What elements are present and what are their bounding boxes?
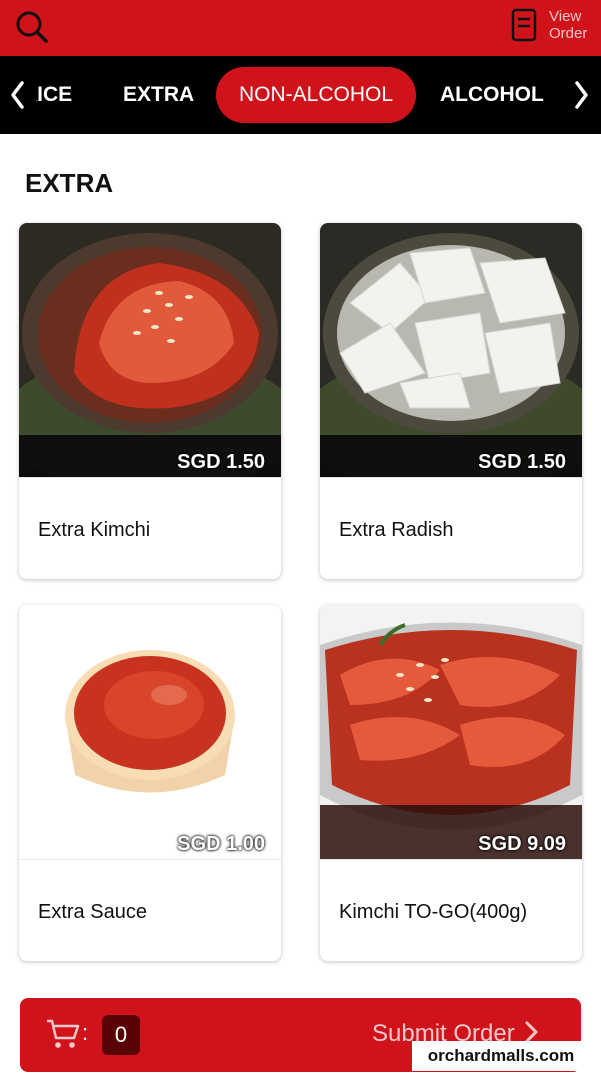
chevron-left-icon [11,81,24,109]
product-price: SGD 1.50 [177,451,265,473]
kimchi-container-image [320,605,582,859]
cart-count-badge: 0 [102,1015,140,1055]
category-tab-non-alcohol[interactable]: NON-ALCOHOL [216,67,416,123]
search-icon [16,11,48,43]
product-card-kimchi-to-go[interactable]: SGD 9.09 Kimchi TO-GO(400g) [320,605,582,961]
view-order-line1: View [549,8,582,25]
product-name: Extra Radish [339,519,454,541]
chevron-right-icon [575,81,588,109]
search-button[interactable] [14,9,50,45]
sauce-cup-image [19,605,281,859]
top-bar: View Order [0,0,601,56]
product-name: Extra Sauce [38,901,147,923]
cart-icon[interactable] [46,1018,80,1050]
product-name: Extra Kimchi [38,519,151,541]
radish-bowl-image [320,223,582,477]
product-price: SGD 1.00 [177,833,265,855]
view-order-label: View Order [549,8,587,42]
category-tab-extra[interactable]: EXTRA [123,56,194,134]
product-card-extra-kimchi[interactable]: SGD 1.50 Extra Kimchi [19,223,281,579]
category-bar: RICE EXTRA NON-ALCOHOL ALCOHOL [0,56,601,134]
product-card-extra-radish[interactable]: SGD 1.50 Extra Radish [320,223,582,579]
product-price: SGD 1.50 [478,451,566,473]
card-divider [19,477,281,478]
category-tab-alcohol[interactable]: ALCOHOL [440,56,544,134]
cart-separator: : [82,1020,89,1045]
order-document-icon [511,8,537,42]
category-next-button[interactable] [565,56,601,134]
product-card-extra-sauce[interactable]: SGD 1.00 Extra Sauce [19,605,281,961]
category-prev-button[interactable] [0,56,36,134]
watermark: orchardmalls.com [412,1041,590,1071]
view-order-line2: Order [549,25,588,42]
product-name: Kimchi TO-GO(400g) [339,901,528,923]
view-order-button[interactable]: View Order [501,0,601,56]
card-divider [320,859,582,860]
kimchi-bowl-image [19,223,281,477]
card-divider [19,859,281,860]
card-divider [320,477,582,478]
product-price: SGD 9.09 [478,833,566,855]
section-title: EXTRA [25,168,114,198]
